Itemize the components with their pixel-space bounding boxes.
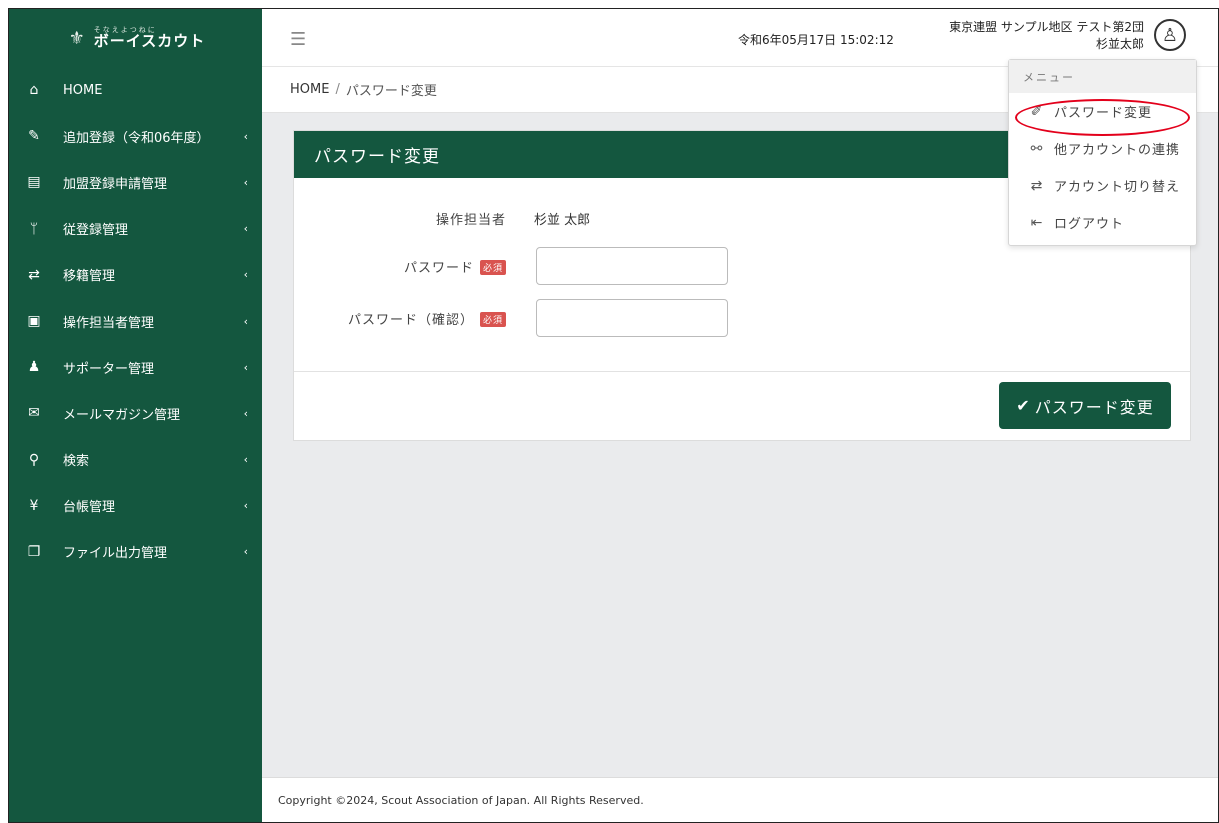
password-row: パスワード 必須	[294, 247, 1190, 285]
chevron-left-icon: ‹	[243, 545, 248, 559]
change-password-button[interactable]: ✔ パスワード変更	[999, 382, 1171, 429]
sidebar-item-0[interactable]: ⌂ HOME	[9, 67, 262, 113]
required-badge: 必須	[479, 311, 506, 327]
paperclip-icon: ⚯	[1030, 140, 1044, 157]
dropdown-item-3[interactable]: ⇤ ログアウト	[1009, 204, 1196, 241]
change-password-button-label: パスワード変更	[1034, 397, 1154, 417]
scout-emblem-icon: ⚜	[68, 27, 85, 49]
chevron-left-icon: ‹	[243, 268, 248, 282]
dropdown-item-label: パスワード変更	[1054, 106, 1153, 121]
sidebar-item-6[interactable]: ♟ サポーター管理 ‹	[9, 344, 262, 390]
card-divider	[294, 371, 1190, 372]
footer: Copyright ©2024, Scout Association of Ja…	[262, 777, 1218, 822]
mail-icon: ✉	[28, 405, 40, 422]
dropdown-header: メニュー	[1009, 60, 1196, 93]
sidebar-item-label: 従登録管理	[63, 223, 129, 239]
operator-icon: ▣	[27, 313, 41, 330]
sidebar-item-2[interactable]: ▤ 加盟登録申請管理 ‹	[9, 159, 262, 205]
dropdown-item-label: ログアウト	[1054, 217, 1125, 232]
sidebar: ⚜ そなえよつねに ボーイスカウト ⌂ HOME ✎ 追加登録（令和06年度） ‹ ▤ 加盟…	[9, 9, 262, 822]
dropdown-item-0[interactable]: ✐ パスワード変更	[1009, 93, 1196, 130]
sidebar-item-8[interactable]: ⚲ 検索 ‹	[9, 437, 262, 483]
dropdown-item-2[interactable]: ⇄ アカウント切り替え	[1009, 167, 1196, 204]
app-frame: ⚜ そなえよつねに ボーイスカウト ⌂ HOME ✎ 追加登録（令和06年度） ‹ ▤ 加盟…	[8, 8, 1219, 823]
pencil-icon: ✐	[1030, 103, 1044, 120]
current-datetime: 令和6年05月17日 15:02:12	[738, 33, 894, 47]
breadcrumb-separator: /	[335, 82, 340, 97]
dropdown-item-label: アカウント切り替え	[1054, 180, 1181, 195]
sidebar-item-label: HOME	[63, 82, 103, 98]
home-icon: ⌂	[29, 82, 39, 99]
sidebar-item-1[interactable]: ✎ 追加登録（令和06年度） ‹	[9, 113, 262, 159]
search-icon: ⚲	[28, 451, 40, 468]
switch-arrows-icon: ⇄	[1030, 177, 1044, 194]
password-confirm-label: パスワード（確認）	[347, 312, 474, 328]
sidebar-nav: ⌂ HOME ✎ 追加登録（令和06年度） ‹ ▤ 加盟登録申請管理 ‹ ᛘ 従登録管理 ‹ ⇄ 移籍管…	[9, 67, 262, 575]
supporter-icon: ♟	[27, 359, 41, 376]
operator-value: 杉並 太郎	[534, 213, 591, 228]
sidebar-item-10[interactable]: ❐ ファイル出力管理 ‹	[9, 529, 262, 575]
sidebar-item-4[interactable]: ⇄ 移籍管理 ‹	[9, 252, 262, 298]
logout-icon: ⇤	[1030, 214, 1044, 231]
password-confirm-row: パスワード（確認） 必須	[294, 299, 1190, 337]
sidebar-item-label: 加盟登録申請管理	[63, 176, 168, 192]
yen-icon: ¥	[29, 497, 39, 514]
id-card-icon: ▤	[27, 174, 41, 191]
sidebar-item-label: 移籍管理	[63, 269, 116, 285]
user-info: 東京連盟 サンプル地区 テスト第2団 杉並太郎	[949, 19, 1144, 54]
branch-icon: ᛘ	[29, 220, 39, 237]
user-menu-dropdown: メニュー ✐ パスワード変更 ⚯ 他アカウントの連携 ⇄ アカウント切り替え ⇤ ログアウト	[1008, 59, 1197, 246]
hamburger-menu-icon[interactable]: ☰	[290, 29, 306, 50]
password-input[interactable]	[536, 247, 728, 285]
chevron-left-icon: ‹	[243, 499, 248, 513]
sidebar-item-label: サポーター管理	[63, 361, 155, 377]
sidebar-item-7[interactable]: ✉ メールマガジン管理 ‹	[9, 390, 262, 436]
chevron-left-icon: ‹	[243, 314, 248, 328]
dropdown-item-1[interactable]: ⚯ 他アカウントの連携	[1009, 130, 1196, 167]
copyright: Copyright ©2024, Scout Association of Ja…	[278, 793, 644, 807]
sidebar-item-5[interactable]: ▣ 操作担当者管理 ‹	[9, 298, 262, 344]
sidebar-item-label: ファイル出力管理	[63, 546, 168, 562]
user-name: 杉並太郎	[1095, 37, 1144, 52]
sidebar-item-9[interactable]: ¥ 台帳管理 ‹	[9, 483, 262, 529]
sidebar-item-label: 操作担当者管理	[63, 315, 155, 331]
required-badge: 必須	[479, 259, 506, 275]
breadcrumb-home[interactable]: HOME	[290, 82, 329, 97]
chevron-left-icon: ‹	[243, 175, 248, 189]
sidebar-item-label: 検索	[63, 454, 90, 470]
sidebar-item-label: メールマガジン管理	[63, 407, 181, 423]
user-avatar-icon[interactable]: ♙	[1154, 19, 1186, 51]
sidebar-item-label: 追加登録（令和06年度）	[63, 130, 210, 146]
logo-title: ボーイスカウト	[93, 32, 206, 50]
password-confirm-input[interactable]	[536, 299, 728, 337]
check-icon: ✔	[1016, 396, 1031, 415]
password-label: パスワード	[403, 260, 474, 276]
chevron-left-icon: ‹	[243, 222, 248, 236]
file-output-icon: ❐	[27, 543, 41, 560]
chevron-left-icon: ‹	[243, 360, 248, 374]
sidebar-item-label: 台帳管理	[63, 500, 116, 516]
dropdown-item-label: 他アカウントの連携	[1054, 143, 1181, 158]
chevron-left-icon: ‹	[243, 129, 248, 143]
user-organization: 東京連盟 サンプル地区 テスト第2団	[949, 20, 1144, 34]
operator-label: 操作担当者	[435, 213, 506, 228]
breadcrumb-current: パスワード変更	[345, 84, 437, 99]
chevron-left-icon: ‹	[243, 406, 248, 420]
logo[interactable]: ⚜ そなえよつねに ボーイスカウト	[9, 9, 262, 67]
chevron-left-icon: ‹	[243, 453, 248, 467]
edit-icon: ✎	[28, 128, 40, 145]
transfer-person-icon: ⇄	[28, 266, 40, 283]
sidebar-item-3[interactable]: ᛘ 従登録管理 ‹	[9, 206, 262, 252]
